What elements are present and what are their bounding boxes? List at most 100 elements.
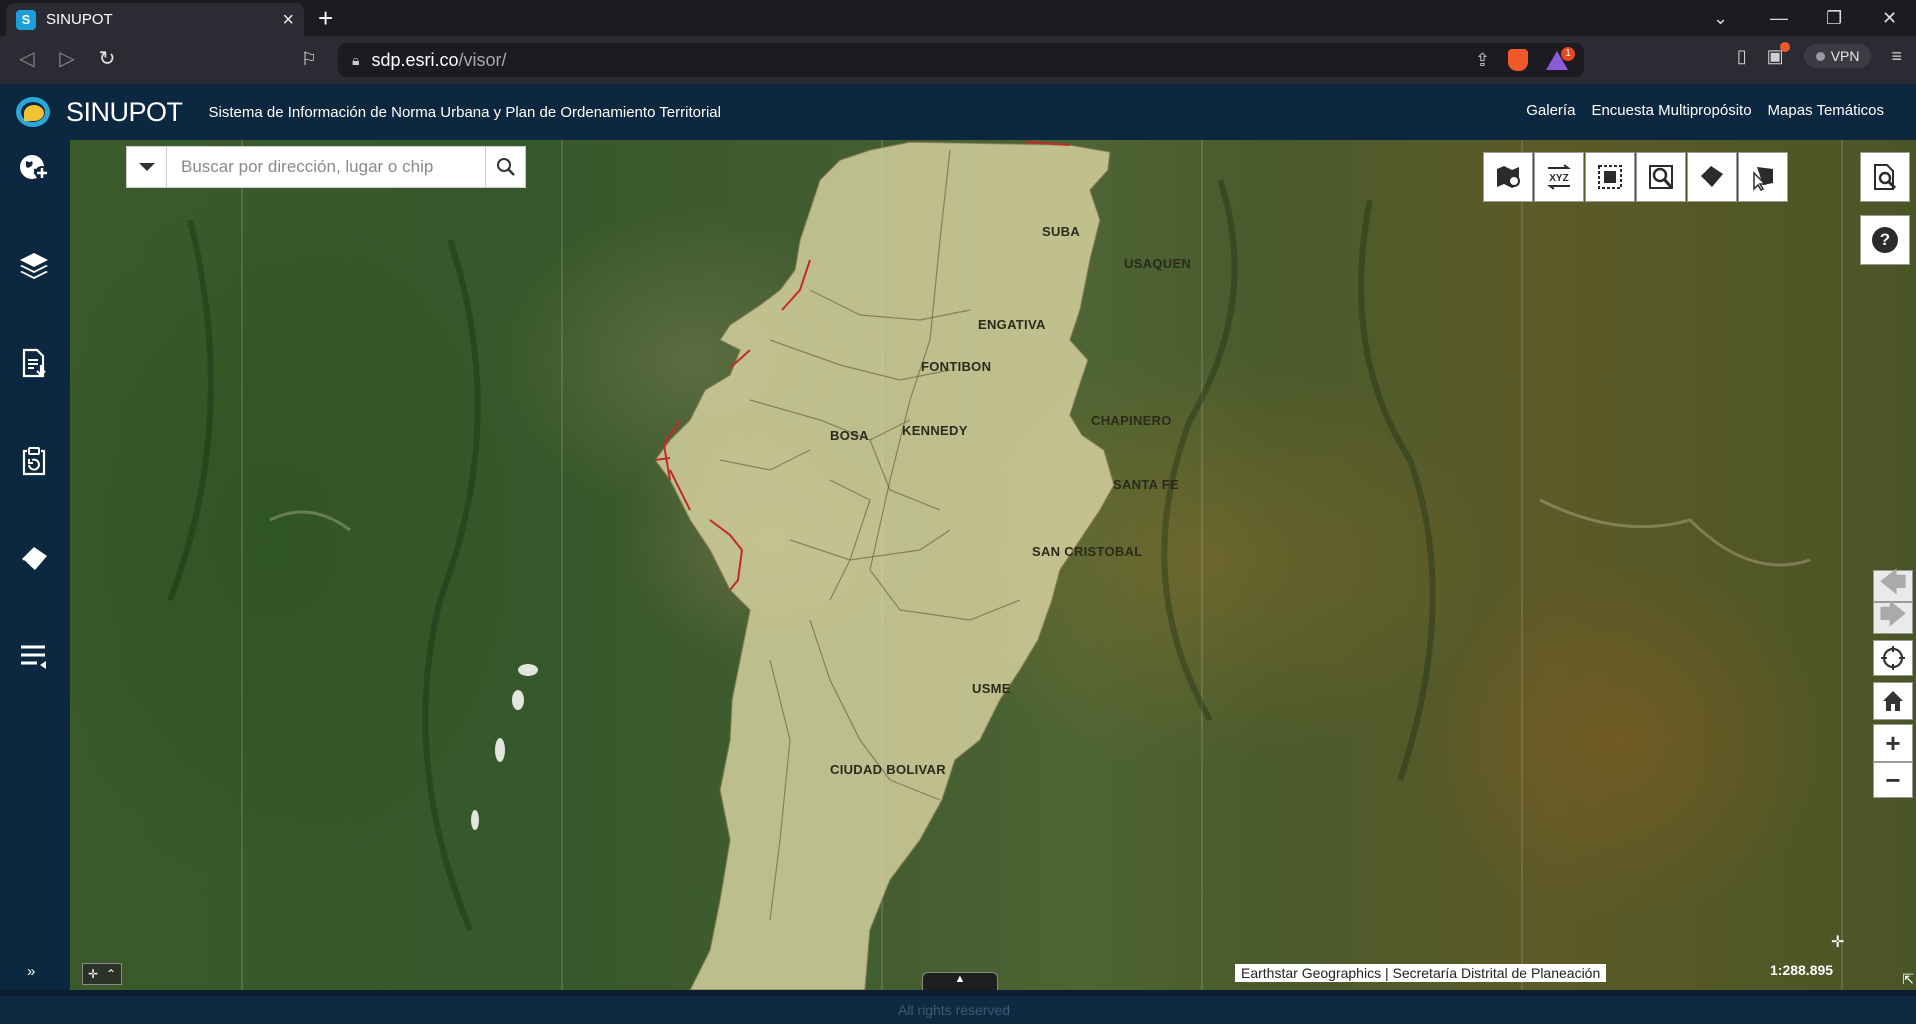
district-label: SANTA FE (1113, 477, 1179, 492)
resize-arrow-icon[interactable]: ⇱ (1902, 971, 1914, 988)
map-attribution: Earthstar Geographics | Secretaría Distr… (1235, 964, 1607, 982)
eraser-tool-button[interactable] (1687, 152, 1737, 202)
bookmark-icon[interactable]: ⚐ (296, 46, 322, 72)
locate-button[interactable] (1873, 640, 1913, 676)
minus-icon: − (1885, 764, 1901, 795)
district-label: SUBA (1042, 224, 1081, 239)
search-button[interactable] (485, 147, 525, 187)
select-area-icon (1598, 165, 1622, 189)
triangle-up-icon: ▲ (954, 973, 966, 985)
home-extent-button[interactable] (1873, 682, 1913, 720)
sidebar-item-consultas[interactable] (15, 442, 53, 480)
browser-menu-icon[interactable]: ≡ (1891, 46, 1902, 67)
address-bar[interactable]: 🔒︎ sdp.esri.co /visor/ ⇪ 1 (338, 43, 1584, 77)
lock-icon: 🔒︎ (352, 51, 360, 68)
district-label: BOSA (830, 428, 869, 443)
bottom-panel-toggle[interactable]: ▲ (922, 972, 998, 990)
vpn-button[interactable]: VPN (1803, 44, 1872, 68)
url-host: sdp.esri.co (371, 49, 459, 70)
home-icon (1883, 691, 1903, 711)
help-icon: ? (1872, 227, 1898, 253)
sinupot-logo-icon (14, 93, 52, 131)
wallet-icon[interactable]: ▣ (1767, 41, 1790, 67)
map-marker-tool-icon (1497, 166, 1520, 188)
clipboard-refresh-icon (22, 447, 46, 476)
minimize-window-button[interactable]: — (1770, 4, 1788, 32)
coordinates-toggle[interactable]: ✛ ⌃ (82, 963, 122, 985)
link-encuesta-multiproposito[interactable]: Encuesta Multipropósito (1591, 102, 1751, 119)
app-header: SINUPOT Sistema de Información de Norma … (0, 84, 1916, 140)
search-input[interactable] (167, 147, 485, 187)
identify-pointer-icon (1753, 167, 1773, 191)
footer: All rights reserved (0, 990, 1916, 1024)
globe-add-icon (20, 155, 49, 180)
search-icon (496, 158, 515, 176)
document-download-icon (22, 348, 46, 378)
district-label: KENNEDY (902, 423, 968, 438)
chevron-up-icon: ⌃ (106, 967, 117, 981)
district-label: ENGATIVA (978, 317, 1046, 332)
tab-title: SINUPOT (46, 11, 113, 28)
url-path: /visor/ (458, 49, 507, 70)
map-scale: 1:288.895 (1770, 962, 1834, 978)
search-map-icon (1649, 165, 1673, 189)
xyz-label: XYZ (1549, 173, 1568, 184)
center-crosshair-icon: ✛ (1831, 934, 1845, 951)
share-icon[interactable]: ⇪ (1475, 50, 1490, 71)
sidebar-item-clear[interactable] (15, 540, 53, 578)
tab-search-chevron-icon[interactable]: ⌄ (1713, 4, 1728, 32)
xyz-coordinates-icon: XYZ (1547, 164, 1571, 190)
help-button[interactable]: ? (1860, 215, 1910, 265)
crosshair-small-icon: ✛ (87, 967, 98, 981)
double-chevron-right-icon[interactable]: » (27, 963, 35, 980)
district-label: USME (972, 681, 1011, 696)
brave-rewards-icon[interactable]: 1 (1546, 46, 1575, 70)
link-galeria[interactable]: Galería (1526, 102, 1575, 119)
zoom-document-tool-button[interactable] (1860, 152, 1910, 202)
close-window-button[interactable]: ✕ (1882, 4, 1897, 32)
menu-list-icon (21, 645, 46, 669)
xyz-tool-button[interactable]: XYZ (1534, 152, 1584, 202)
sinupot-favicon-icon: S (16, 9, 36, 30)
next-extent-button[interactable]: 🡆 (1873, 599, 1913, 634)
browser-tab-bar: S SINUPOT × + ⌄ — ❐ ✕ (0, 0, 1916, 36)
left-sidebar: » (0, 140, 70, 990)
browser-toolbar: ◁ ▷ ↻ ⚐ 🔒︎ sdp.esri.co /visor/ ⇪ 1 ▯ ▣ V… (0, 36, 1916, 84)
address-search (126, 146, 526, 188)
close-tab-icon[interactable]: × (282, 10, 294, 30)
district-label: CIUDAD BOLIVAR (830, 762, 946, 777)
select-area-tool-button[interactable] (1585, 152, 1635, 202)
sidebar-toggle-icon[interactable]: ▯ (1737, 46, 1747, 67)
identify-tool-button[interactable] (1738, 152, 1788, 202)
marker-tool-button[interactable] (1483, 152, 1533, 202)
forward-arrow-icon[interactable]: ▷ (54, 46, 80, 72)
search-type-dropdown[interactable] (127, 147, 167, 187)
zoom-document-icon (1874, 164, 1897, 190)
district-label: CHAPINERO (1091, 413, 1172, 428)
zoom-in-button[interactable]: + (1873, 724, 1913, 762)
search-map-tool-button[interactable] (1636, 152, 1686, 202)
rewards-badge: 1 (1561, 46, 1575, 61)
eraser-icon (22, 547, 47, 571)
link-mapas-tematicos[interactable]: Mapas Temáticos (1768, 102, 1884, 119)
app-name: SINUPOT (66, 96, 183, 127)
map-view[interactable]: SUBA USAQUEN ENGATIVA FONTIBON BOSA KENN… (70, 140, 1916, 990)
district-label: SAN CRISTOBAL (1032, 544, 1143, 559)
browser-tab[interactable]: S SINUPOT × (6, 3, 304, 36)
locate-crosshair-icon (1881, 646, 1905, 670)
map-overlay (167, 140, 1843, 990)
plus-icon: + (1885, 727, 1901, 758)
sidebar-item-layers[interactable] (15, 246, 53, 284)
reload-icon[interactable]: ↻ (94, 46, 120, 72)
new-tab-button[interactable]: + (318, 4, 333, 32)
sidebar-item-add-map[interactable] (15, 148, 53, 186)
sidebar-item-reports[interactable] (15, 344, 53, 382)
sidebar-item-menu[interactable] (15, 638, 53, 676)
zoom-out-button[interactable]: − (1873, 762, 1913, 798)
district-label: USAQUEN (1124, 256, 1192, 271)
brave-shields-icon[interactable] (1508, 49, 1528, 71)
footer-text: All rights reserved (898, 1002, 1011, 1018)
restore-window-button[interactable]: ❐ (1826, 4, 1842, 32)
arrow-right-icon: 🡆 (1879, 599, 1907, 629)
back-arrow-icon[interactable]: ◁ (14, 46, 40, 72)
